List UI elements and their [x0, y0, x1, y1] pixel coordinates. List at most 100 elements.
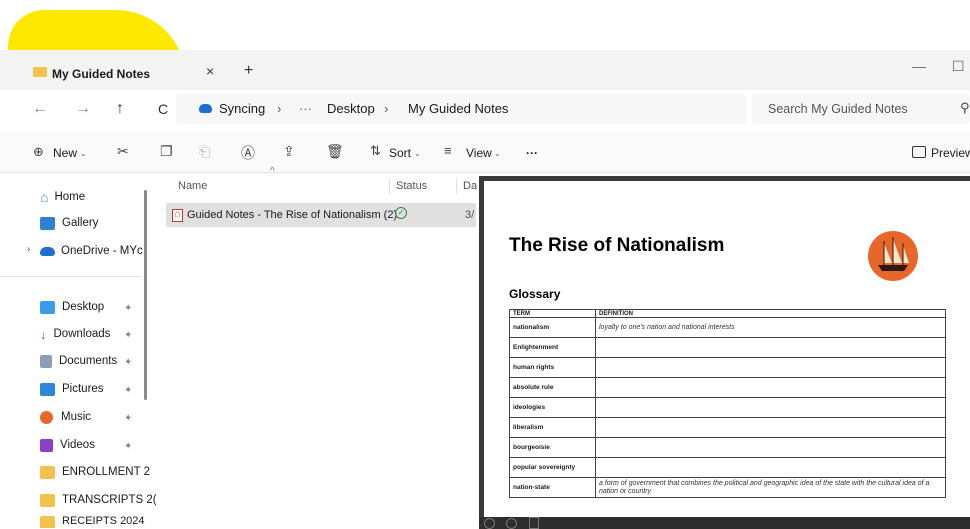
- term-cell: nationalism: [509, 317, 596, 338]
- term-cell: popular sovereignty: [509, 457, 596, 478]
- file-name: Guided Notes - The Rise of Nationalism (…: [187, 209, 398, 221]
- sidebar-item-gallery[interactable]: Gallery: [40, 212, 98, 234]
- cut-icon[interactable]: ✂: [117, 143, 129, 160]
- definition-cell: a form of government that combines the p…: [595, 477, 946, 498]
- breadcrumb-desktop[interactable]: Desktop: [327, 101, 375, 116]
- column-divider: [389, 178, 390, 194]
- forward-button[interactable]: →: [75, 100, 91, 118]
- sidebar-item-label: Documents: [59, 355, 118, 367]
- table-row: nation-state a form of government that co…: [509, 477, 946, 498]
- definition-cell: [595, 417, 946, 438]
- sidebar-item-transcripts[interactable]: TRANSCRIPTS 2(: [40, 489, 157, 511]
- desktop-icon: [40, 300, 55, 314]
- header-definition: DEFINITION: [595, 309, 946, 318]
- definition-cell: [595, 357, 946, 378]
- column-divider: [456, 178, 457, 194]
- breadcrumb-separator: ›: [384, 101, 389, 116]
- sidebar-item-receipts[interactable]: RECEIPTS 2024: [40, 514, 145, 528]
- table-row: popular sovereignty: [509, 457, 946, 478]
- new-button[interactable]: New: [53, 146, 77, 160]
- sidebar-item-desktop[interactable]: Desktop: [40, 296, 104, 318]
- sidebar-item-home[interactable]: ⌂ Home: [40, 186, 85, 208]
- document-title: The Rise of Nationalism: [509, 235, 725, 256]
- pin-icon: ✦: [124, 303, 133, 314]
- sidebar-item-label: Music: [61, 411, 92, 423]
- view-button[interactable]: View: [466, 146, 492, 160]
- delete-icon[interactable]: 🗑: [326, 143, 344, 160]
- term-cell: human rights: [509, 357, 596, 378]
- definition-cell: loyalty to one's nation and national int…: [595, 317, 946, 338]
- pictures-icon: [40, 382, 55, 396]
- folder-icon: [33, 66, 47, 80]
- maximize-button[interactable]: ☐: [952, 58, 965, 75]
- music-icon: [40, 410, 53, 424]
- page-icon[interactable]: [529, 517, 539, 529]
- sort-ascending-icon: ^: [270, 166, 275, 177]
- column-header-date[interactable]: Da: [463, 180, 477, 192]
- preview-controls-bar: [479, 517, 970, 529]
- more-options-button[interactable]: ···: [526, 146, 538, 160]
- column-header-name[interactable]: Name: [178, 180, 207, 192]
- definition-cell: [595, 397, 946, 418]
- sidebar-item-documents[interactable]: Documents: [40, 350, 117, 372]
- sort-button[interactable]: Sort: [389, 146, 411, 160]
- sidebar-item-downloads[interactable]: ↓ Downloads: [40, 323, 110, 345]
- sidebar-scrollbar[interactable]: [144, 190, 147, 400]
- close-tab-button[interactable]: ×: [206, 63, 214, 79]
- glossary-table: TERM DEFINITION nationalism loyalty to on…: [509, 309, 946, 498]
- copy-icon[interactable]: ❐: [160, 143, 173, 160]
- chevron-right-icon[interactable]: ›: [27, 244, 30, 255]
- sidebar-item-enrollment[interactable]: ENROLLMENT 2: [40, 461, 150, 483]
- term-cell: nation-state: [509, 477, 596, 498]
- chevron-down-icon: ⌄: [494, 149, 501, 158]
- term-cell: ideologies: [509, 397, 596, 418]
- glossary-heading: Glossary: [509, 287, 561, 301]
- column-header-status[interactable]: Status: [396, 180, 427, 192]
- sidebar-item-pictures[interactable]: Pictures: [40, 378, 104, 400]
- breadcrumb-more[interactable]: ···: [299, 101, 312, 116]
- up-button[interactable]: ↑: [116, 100, 124, 118]
- file-date: 3/: [465, 209, 475, 221]
- minimize-button[interactable]: —: [912, 58, 926, 74]
- sidebar-item-music[interactable]: Music: [40, 406, 91, 428]
- gallery-icon: [40, 216, 55, 230]
- sidebar-item-label: Downloads: [53, 328, 111, 340]
- pdf-file-icon: ⬠: [172, 209, 183, 222]
- definition-cell: [595, 457, 946, 478]
- breadcrumb-syncing[interactable]: Syncing: [219, 101, 265, 116]
- pin-icon: ✦: [124, 385, 133, 396]
- table-row: nationalism loyalty to one's nation and n…: [509, 317, 946, 338]
- back-button[interactable]: ←: [32, 100, 48, 118]
- sidebar-item-onedrive[interactable]: OneDrive - MYc: [40, 240, 143, 262]
- sidebar-item-label: RECEIPTS 2024: [62, 515, 145, 527]
- table-header-row: TERM DEFINITION: [509, 309, 946, 318]
- search-icon: ⚲: [960, 100, 970, 115]
- table-row: Enlightenment: [509, 337, 946, 358]
- definition-cell: [595, 437, 946, 458]
- videos-icon: [40, 438, 53, 452]
- term-cell: absolute rule: [509, 377, 596, 398]
- onedrive-icon: [40, 246, 55, 256]
- new-tab-button[interactable]: +: [244, 62, 253, 80]
- rename-icon[interactable]: Ⓐ: [241, 143, 255, 163]
- preview-button[interactable]: Preview: [931, 146, 970, 160]
- breadcrumb-my-guided-notes[interactable]: My Guided Notes: [408, 101, 508, 116]
- paste-icon[interactable]: ⎗: [199, 143, 210, 160]
- table-row: ideologies: [509, 397, 946, 418]
- search-placeholder: Search My Guided Notes: [768, 102, 908, 116]
- chevron-down-icon: ⌄: [414, 149, 421, 158]
- sidebar-item-label: OneDrive - MYc: [61, 245, 143, 257]
- zoom-in-icon[interactable]: [506, 518, 517, 529]
- pin-icon: ✦: [124, 413, 133, 424]
- sidebar-item-label: Home: [54, 191, 86, 203]
- definition-cell: [595, 377, 946, 398]
- table-row: bourgeoisie: [509, 437, 946, 458]
- zoom-out-icon[interactable]: [484, 518, 495, 529]
- refresh-button[interactable]: C: [158, 101, 168, 117]
- sidebar-item-videos[interactable]: Videos: [40, 434, 95, 456]
- sidebar-item-label: Desktop: [62, 301, 105, 313]
- share-icon[interactable]: ⇪: [283, 143, 295, 160]
- download-icon: ↓: [40, 326, 47, 342]
- sidebar-item-label: Pictures: [62, 383, 104, 395]
- chevron-down-icon: ⌄: [80, 149, 87, 158]
